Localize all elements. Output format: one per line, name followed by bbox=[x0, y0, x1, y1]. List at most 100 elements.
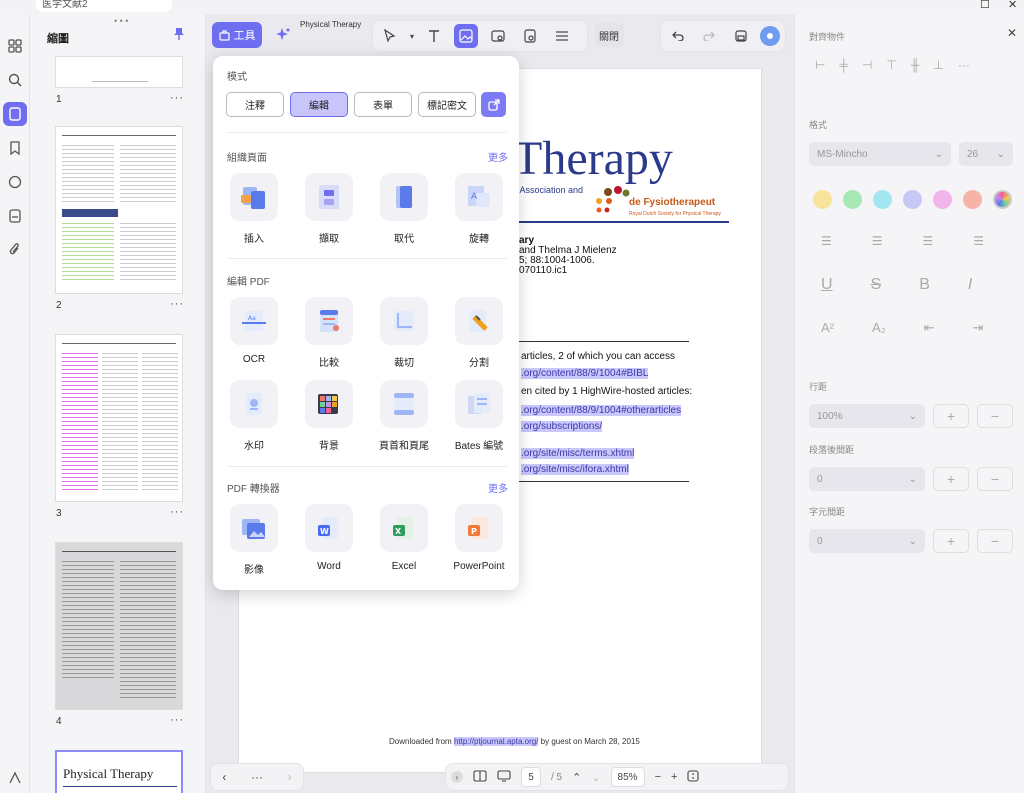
outdent-icon[interactable]: ⇤ bbox=[924, 320, 935, 336]
two-page-view-icon[interactable] bbox=[473, 769, 487, 785]
underline-icon[interactable]: U bbox=[821, 276, 833, 294]
redo-icon[interactable] bbox=[697, 24, 720, 48]
terms-link[interactable]: .org/site/misc/terms.xhtml bbox=[521, 448, 635, 459]
chevron-down-icon[interactable]: ⌄ bbox=[591, 771, 600, 784]
share-icon[interactable] bbox=[481, 92, 506, 117]
insert-tool[interactable]: 插入 bbox=[221, 173, 287, 245]
more-icon[interactable]: ··· bbox=[251, 770, 263, 784]
zoom-in-icon[interactable]: + bbox=[671, 771, 677, 783]
extract-tool[interactable]: 擷取 bbox=[296, 173, 362, 245]
mode-form-button[interactable]: 表單 bbox=[354, 92, 412, 117]
thumbnail-page-1[interactable] bbox=[55, 56, 183, 88]
ifora-link[interactable]: .org/site/misc/ifora.xhtml bbox=[521, 464, 629, 475]
document-tab-title[interactable]: Physical Therapy bbox=[300, 20, 361, 29]
watermark-tool-icon[interactable] bbox=[518, 24, 542, 48]
image-tool-icon[interactable] bbox=[454, 24, 479, 48]
presentation-icon[interactable] bbox=[497, 769, 511, 785]
line-spacing-increase-button[interactable]: + bbox=[933, 404, 969, 428]
text-align-left-icon[interactable]: ☰ bbox=[821, 234, 832, 248]
maximize-window-icon[interactable]: ☐ bbox=[980, 0, 990, 11]
line-spacing-decrease-button[interactable]: − bbox=[977, 404, 1013, 428]
to-word-tool[interactable]: W Word bbox=[296, 504, 362, 572]
select-cursor-icon[interactable] bbox=[378, 24, 402, 48]
tools-button[interactable]: 工具 bbox=[212, 22, 262, 48]
color-swatch-green[interactable] bbox=[843, 190, 862, 209]
bates-tool[interactable]: Bates 編號 bbox=[446, 380, 512, 452]
line-spacing-select[interactable]: 100% ⌄ bbox=[809, 404, 925, 428]
expand-icon[interactable]: › bbox=[451, 771, 463, 783]
paragraph-spacing-select[interactable]: 0 ⌄ bbox=[809, 467, 925, 491]
footer-link[interactable]: http://ptjournal.apta.org/ bbox=[453, 737, 539, 746]
color-swatch-pink[interactable] bbox=[933, 190, 952, 209]
assistant-icon[interactable] bbox=[760, 26, 781, 46]
strikethrough-icon[interactable]: S bbox=[871, 276, 882, 294]
thumbnail-more-icon[interactable]: ··· bbox=[170, 298, 184, 310]
zoom-level[interactable]: 85% bbox=[610, 767, 645, 787]
close-edit-button[interactable]: 關閉 bbox=[594, 23, 624, 47]
to-excel-tool[interactable]: X Excel bbox=[371, 504, 437, 572]
pages-icon[interactable] bbox=[3, 102, 27, 126]
paragraph-spacing-decrease-button[interactable]: − bbox=[977, 467, 1013, 491]
text-justify-icon[interactable]: ☰ bbox=[973, 234, 984, 248]
thumbnail-more-icon[interactable]: ··· bbox=[170, 714, 184, 726]
page-number-input[interactable]: 5 bbox=[521, 767, 541, 787]
save-icon[interactable] bbox=[729, 24, 752, 48]
chevron-up-icon[interactable]: ⌃ bbox=[572, 771, 581, 784]
superscript-icon[interactable]: A² bbox=[821, 320, 834, 336]
thumbnail-page-2[interactable] bbox=[55, 126, 183, 294]
mode-annotate-button[interactable]: 注釋 bbox=[226, 92, 284, 117]
comment-icon[interactable] bbox=[3, 170, 27, 194]
paragraph-spacing-increase-button[interactable]: + bbox=[933, 467, 969, 491]
mode-redact-button[interactable]: 標記密文 bbox=[418, 92, 476, 117]
align-middle-icon[interactable]: ╫ bbox=[911, 58, 920, 72]
color-swatch-yellow[interactable] bbox=[813, 190, 832, 209]
color-swatch-red[interactable] bbox=[963, 190, 982, 209]
thumbnail-more-icon[interactable]: ··· bbox=[170, 92, 184, 104]
drag-handle-icon[interactable]: • • • bbox=[114, 16, 128, 26]
to-powerpoint-tool[interactable]: P PowerPoint bbox=[446, 504, 512, 572]
background-tool[interactable]: 背景 bbox=[296, 380, 362, 452]
fit-page-icon[interactable] bbox=[687, 769, 699, 785]
split-tool[interactable]: 分割 bbox=[446, 297, 512, 369]
paperclip-icon[interactable] bbox=[3, 238, 27, 262]
compare-tool[interactable]: 比較 bbox=[296, 297, 362, 369]
subscriptions-link[interactable]: .org/subscriptions/ bbox=[521, 421, 603, 432]
replace-tool[interactable]: 取代 bbox=[371, 173, 437, 245]
subscript-icon[interactable]: A₂ bbox=[872, 320, 886, 336]
zoom-out-icon[interactable]: − bbox=[655, 771, 661, 783]
settings-sliders-icon[interactable] bbox=[550, 24, 574, 48]
chevron-left-icon[interactable]: ‹ bbox=[222, 770, 226, 784]
font-family-select[interactable]: MS-Mincho ⌄ bbox=[809, 142, 951, 166]
text-align-right-icon[interactable]: ☰ bbox=[923, 234, 934, 248]
converter-more-link[interactable]: 更多 bbox=[488, 480, 508, 495]
align-right-icon[interactable]: ⊣ bbox=[862, 58, 872, 72]
color-swatch-purple[interactable] bbox=[903, 190, 922, 209]
chevron-right-icon[interactable]: › bbox=[288, 770, 292, 784]
references-link[interactable]: .org/content/88/9/1004#BIBL bbox=[521, 368, 649, 379]
more-icon[interactable]: ··· bbox=[958, 58, 970, 72]
crop-tool[interactable]: 裁切 bbox=[371, 297, 437, 369]
grid-icon[interactable] bbox=[3, 34, 27, 58]
close-window-icon[interactable]: ✕ bbox=[1008, 0, 1017, 11]
rotate-tool[interactable]: A 旋轉 bbox=[446, 173, 512, 245]
header-footer-tool[interactable]: 頁首和頁尾 bbox=[371, 380, 437, 452]
attachment-doc-icon[interactable] bbox=[3, 204, 27, 228]
character-spacing-decrease-button[interactable]: − bbox=[977, 529, 1013, 553]
pin-icon[interactable] bbox=[173, 27, 185, 44]
ai-sparkle-icon[interactable] bbox=[270, 22, 296, 48]
mode-edit-button[interactable]: 編輯 bbox=[290, 92, 348, 117]
search-icon[interactable] bbox=[3, 68, 27, 92]
sign-icon[interactable] bbox=[3, 766, 27, 790]
text-tool-icon[interactable] bbox=[422, 24, 446, 48]
character-spacing-increase-button[interactable]: + bbox=[933, 529, 969, 553]
text-align-center-icon[interactable]: ☰ bbox=[872, 234, 883, 248]
thumbnail-more-icon[interactable]: ··· bbox=[170, 506, 184, 518]
thumbnail-page-5[interactable]: Physical Therapy bbox=[55, 750, 183, 793]
align-bottom-icon[interactable]: ⊥ bbox=[933, 58, 943, 72]
character-spacing-select[interactable]: 0 ⌄ bbox=[809, 529, 925, 553]
undo-icon[interactable] bbox=[666, 24, 689, 48]
align-top-icon[interactable]: ⊤ bbox=[886, 58, 896, 72]
bookmark-icon[interactable] bbox=[3, 136, 27, 160]
document-tab[interactable]: 医学文献2 bbox=[36, 0, 172, 12]
close-icon[interactable]: ✕ bbox=[1007, 26, 1017, 40]
